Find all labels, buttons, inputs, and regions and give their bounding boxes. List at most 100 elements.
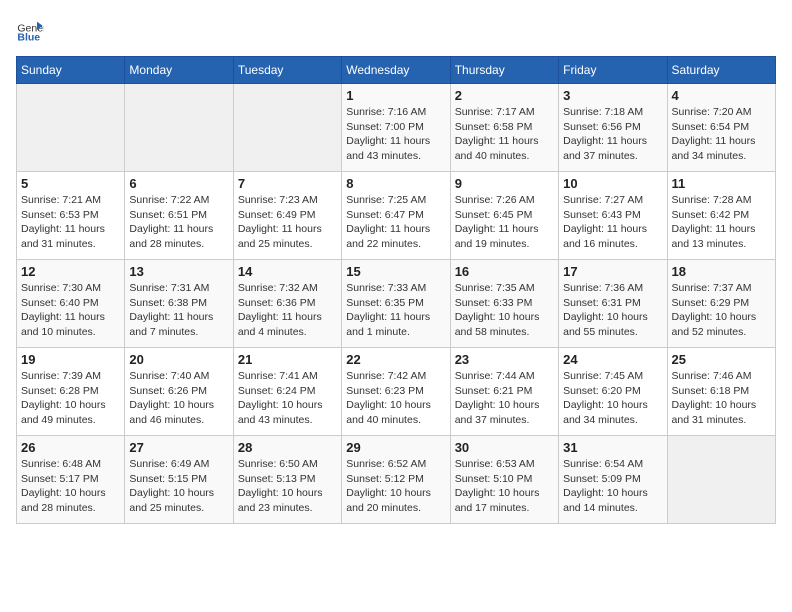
calendar-cell: 2 Sunrise: 7:17 AM Sunset: 6:58 PM Daylig… — [450, 84, 558, 172]
day-info: Sunrise: 7:17 AM Sunset: 6:58 PM Dayligh… — [455, 105, 554, 164]
day-number: 5 — [21, 176, 120, 191]
day-number: 8 — [346, 176, 445, 191]
week-row-5: 26 Sunrise: 6:48 AM Sunset: 5:17 PM Dayli… — [17, 436, 776, 524]
day-number: 22 — [346, 352, 445, 367]
calendar-cell: 31 Sunrise: 6:54 AM Sunset: 5:09 PM Dayli… — [559, 436, 667, 524]
col-header-monday: Monday — [125, 57, 233, 84]
calendar-cell: 1Sunrise: 7:16 AM Sunset: 7:00 PM Daylig… — [342, 84, 450, 172]
day-number: 18 — [672, 264, 771, 279]
logo-icon: General Blue — [16, 16, 44, 44]
col-header-friday: Friday — [559, 57, 667, 84]
calendar-cell: 22 Sunrise: 7:42 AM Sunset: 6:23 PM Dayli… — [342, 348, 450, 436]
calendar-cell: 18 Sunrise: 7:37 AM Sunset: 6:29 PM Dayli… — [667, 260, 775, 348]
day-number: 24 — [563, 352, 662, 367]
col-header-saturday: Saturday — [667, 57, 775, 84]
day-number: 11 — [672, 176, 771, 191]
day-number: 17 — [563, 264, 662, 279]
day-info: Sunrise: 7:46 AM Sunset: 6:18 PM Dayligh… — [672, 369, 771, 428]
day-number: 21 — [238, 352, 337, 367]
day-info: Sunrise: 7:37 AM Sunset: 6:29 PM Dayligh… — [672, 281, 771, 340]
day-number: 26 — [21, 440, 120, 455]
calendar-cell: 12 Sunrise: 7:30 AM Sunset: 6:40 PM Dayli… — [17, 260, 125, 348]
day-number: 3 — [563, 88, 662, 103]
calendar-cell: 14 Sunrise: 7:32 AM Sunset: 6:36 PM Dayli… — [233, 260, 341, 348]
day-info: Sunrise: 7:23 AM Sunset: 6:49 PM Dayligh… — [238, 193, 337, 252]
day-info: Sunrise: 6:49 AM Sunset: 5:15 PM Dayligh… — [129, 457, 228, 516]
day-number: 10 — [563, 176, 662, 191]
day-number: 19 — [21, 352, 120, 367]
day-info: Sunrise: 6:52 AM Sunset: 5:12 PM Dayligh… — [346, 457, 445, 516]
day-number: 15 — [346, 264, 445, 279]
day-info: Sunrise: 7:28 AM Sunset: 6:42 PM Dayligh… — [672, 193, 771, 252]
calendar-cell: 8Sunrise: 7:25 AM Sunset: 6:47 PM Daylig… — [342, 172, 450, 260]
day-number: 16 — [455, 264, 554, 279]
calendar-table: SundayMondayTuesdayWednesdayThursdayFrid… — [16, 56, 776, 524]
day-info: Sunrise: 7:27 AM Sunset: 6:43 PM Dayligh… — [563, 193, 662, 252]
col-header-wednesday: Wednesday — [342, 57, 450, 84]
col-header-thursday: Thursday — [450, 57, 558, 84]
calendar-cell: 15Sunrise: 7:33 AM Sunset: 6:35 PM Dayli… — [342, 260, 450, 348]
day-info: Sunrise: 6:48 AM Sunset: 5:17 PM Dayligh… — [21, 457, 120, 516]
day-number: 29 — [346, 440, 445, 455]
day-info: Sunrise: 7:26 AM Sunset: 6:45 PM Dayligh… — [455, 193, 554, 252]
page-header: General Blue — [16, 16, 776, 44]
day-number: 4 — [672, 88, 771, 103]
calendar-cell: 6Sunrise: 7:22 AM Sunset: 6:51 PM Daylig… — [125, 172, 233, 260]
day-info: Sunrise: 7:40 AM Sunset: 6:26 PM Dayligh… — [129, 369, 228, 428]
day-info: Sunrise: 6:54 AM Sunset: 5:09 PM Dayligh… — [563, 457, 662, 516]
day-number: 7 — [238, 176, 337, 191]
day-number: 30 — [455, 440, 554, 455]
calendar-cell: 13 Sunrise: 7:31 AM Sunset: 6:38 PM Dayli… — [125, 260, 233, 348]
week-row-4: 19 Sunrise: 7:39 AM Sunset: 6:28 PM Dayli… — [17, 348, 776, 436]
day-info: Sunrise: 7:44 AM Sunset: 6:21 PM Dayligh… — [455, 369, 554, 428]
calendar-cell: 24 Sunrise: 7:45 AM Sunset: 6:20 PM Dayli… — [559, 348, 667, 436]
calendar-cell: 26 Sunrise: 6:48 AM Sunset: 5:17 PM Dayli… — [17, 436, 125, 524]
day-info: Sunrise: 7:42 AM Sunset: 6:23 PM Dayligh… — [346, 369, 445, 428]
day-number: 12 — [21, 264, 120, 279]
calendar-cell: 11 Sunrise: 7:28 AM Sunset: 6:42 PM Dayli… — [667, 172, 775, 260]
day-info: Sunrise: 7:30 AM Sunset: 6:40 PM Dayligh… — [21, 281, 120, 340]
calendar-cell — [667, 436, 775, 524]
day-number: 31 — [563, 440, 662, 455]
calendar-cell: 10 Sunrise: 7:27 AM Sunset: 6:43 PM Dayli… — [559, 172, 667, 260]
day-number: 20 — [129, 352, 228, 367]
calendar-cell: 23 Sunrise: 7:44 AM Sunset: 6:21 PM Dayli… — [450, 348, 558, 436]
calendar-cell: 19 Sunrise: 7:39 AM Sunset: 6:28 PM Dayli… — [17, 348, 125, 436]
calendar-cell — [17, 84, 125, 172]
calendar-cell: 20 Sunrise: 7:40 AM Sunset: 6:26 PM Dayli… — [125, 348, 233, 436]
week-row-2: 5 Sunrise: 7:21 AM Sunset: 6:53 PM Daylig… — [17, 172, 776, 260]
day-info: Sunrise: 7:18 AM Sunset: 6:56 PM Dayligh… — [563, 105, 662, 164]
calendar-cell: 3 Sunrise: 7:18 AM Sunset: 6:56 PM Daylig… — [559, 84, 667, 172]
day-number: 28 — [238, 440, 337, 455]
week-row-1: 1Sunrise: 7:16 AM Sunset: 7:00 PM Daylig… — [17, 84, 776, 172]
day-info: Sunrise: 7:45 AM Sunset: 6:20 PM Dayligh… — [563, 369, 662, 428]
calendar-cell: 25Sunrise: 7:46 AM Sunset: 6:18 PM Dayli… — [667, 348, 775, 436]
day-info: Sunrise: 7:41 AM Sunset: 6:24 PM Dayligh… — [238, 369, 337, 428]
calendar-cell — [125, 84, 233, 172]
col-header-sunday: Sunday — [17, 57, 125, 84]
day-number: 2 — [455, 88, 554, 103]
day-info: Sunrise: 7:31 AM Sunset: 6:38 PM Dayligh… — [129, 281, 228, 340]
day-number: 14 — [238, 264, 337, 279]
day-number: 23 — [455, 352, 554, 367]
calendar-cell: 5 Sunrise: 7:21 AM Sunset: 6:53 PM Daylig… — [17, 172, 125, 260]
day-number: 27 — [129, 440, 228, 455]
svg-text:Blue: Blue — [17, 32, 40, 44]
day-info: Sunrise: 7:20 AM Sunset: 6:54 PM Dayligh… — [672, 105, 771, 164]
day-info: Sunrise: 7:35 AM Sunset: 6:33 PM Dayligh… — [455, 281, 554, 340]
day-info: Sunrise: 6:50 AM Sunset: 5:13 PM Dayligh… — [238, 457, 337, 516]
calendar-cell: 21 Sunrise: 7:41 AM Sunset: 6:24 PM Dayli… — [233, 348, 341, 436]
calendar-cell: 17 Sunrise: 7:36 AM Sunset: 6:31 PM Dayli… — [559, 260, 667, 348]
day-info: Sunrise: 7:32 AM Sunset: 6:36 PM Dayligh… — [238, 281, 337, 340]
day-number: 9 — [455, 176, 554, 191]
day-info: Sunrise: 7:39 AM Sunset: 6:28 PM Dayligh… — [21, 369, 120, 428]
day-info: Sunrise: 7:21 AM Sunset: 6:53 PM Dayligh… — [21, 193, 120, 252]
calendar-cell: 16 Sunrise: 7:35 AM Sunset: 6:33 PM Dayli… — [450, 260, 558, 348]
calendar-cell: 27 Sunrise: 6:49 AM Sunset: 5:15 PM Dayli… — [125, 436, 233, 524]
day-info: Sunrise: 7:36 AM Sunset: 6:31 PM Dayligh… — [563, 281, 662, 340]
calendar-cell: 9 Sunrise: 7:26 AM Sunset: 6:45 PM Daylig… — [450, 172, 558, 260]
calendar-cell: 7 Sunrise: 7:23 AM Sunset: 6:49 PM Daylig… — [233, 172, 341, 260]
calendar-cell: 29 Sunrise: 6:52 AM Sunset: 5:12 PM Dayli… — [342, 436, 450, 524]
logo: General Blue — [16, 16, 44, 44]
day-number: 13 — [129, 264, 228, 279]
